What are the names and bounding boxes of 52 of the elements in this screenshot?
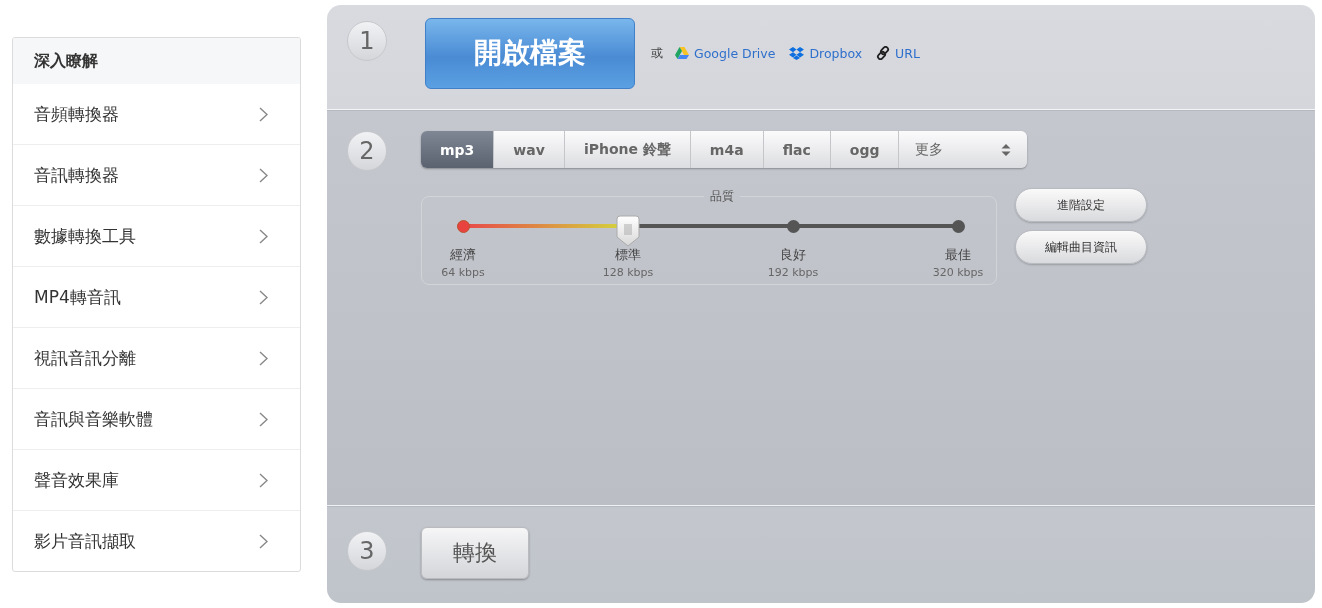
sidebar-item[interactable]: 音頻轉換器 <box>13 84 300 145</box>
sidebar-item[interactable]: 聲音效果庫 <box>13 450 300 511</box>
or-label: 或 <box>651 44 663 62</box>
chevron-right-icon <box>259 533 268 549</box>
sidebar-item[interactable]: 視訊音訊分離 <box>13 328 300 389</box>
bitrate-label: 192 kbps <box>767 266 819 279</box>
chevron-right-icon <box>259 472 268 488</box>
format-tab[interactable]: ogg <box>830 131 900 168</box>
chevron-right-icon <box>259 350 268 366</box>
sidebar-item[interactable]: MP4轉音訊 <box>13 267 300 328</box>
source-link[interactable]: URL <box>876 45 920 61</box>
source-link[interactable]: Google Drive <box>675 45 776 61</box>
format-tab[interactable]: flac <box>763 131 831 168</box>
source-link[interactable]: Dropbox <box>789 45 863 61</box>
step-number: 2 <box>347 131 387 171</box>
slider-stop-dot[interactable] <box>786 219 800 233</box>
chevron-right-icon <box>259 228 268 244</box>
convert-button[interactable]: 轉換 <box>421 527 529 579</box>
format-tab[interactable]: mp3 <box>421 131 495 168</box>
slider-stop-dot[interactable] <box>951 219 965 233</box>
bitrate-label: 64 kbps <box>441 266 485 279</box>
sidebar-item[interactable]: 數據轉換工具 <box>13 206 300 267</box>
slider-stop-dot[interactable] <box>456 219 470 233</box>
chevron-right-icon <box>259 106 268 122</box>
format-tab[interactable]: wav <box>494 131 565 168</box>
settings-button[interactable]: 進階設定 <box>1015 188 1147 222</box>
settings-button[interactable]: 編輯曲目資訊 <box>1015 230 1147 264</box>
step-number: 3 <box>347 531 387 571</box>
sidebar-title: 深入瞭解 <box>13 38 300 84</box>
slider-thumb[interactable] <box>615 215 640 247</box>
quality-level-label: 標準 <box>615 247 641 264</box>
quality-title: 品質 <box>708 188 735 205</box>
box-logo-icon <box>789 46 805 60</box>
sidebar-item[interactable]: 音訊轉換器 <box>13 145 300 206</box>
more-formats-dropdown[interactable]: 更多 <box>899 131 1028 168</box>
quality-level-label: 經濟 <box>450 247 476 264</box>
quality-level-label: 最佳 <box>945 247 971 264</box>
triangle-logo-icon <box>675 47 689 59</box>
quality-level-label: 良好 <box>780 247 806 264</box>
sidebar-item[interactable]: 影片音訊擷取 <box>13 511 300 571</box>
chevron-right-icon <box>259 289 268 305</box>
up-down-caret-icon <box>1001 143 1012 156</box>
chevron-right-icon <box>259 167 268 183</box>
sidebar-item[interactable]: 音訊與音樂軟體 <box>13 389 300 450</box>
format-tab[interactable]: m4a <box>690 131 764 168</box>
link-icon <box>876 46 891 60</box>
step-number: 1 <box>347 21 387 61</box>
chevron-right-icon <box>259 411 268 427</box>
bitrate-label: 320 kbps <box>932 266 984 279</box>
bitrate-label: 128 kbps <box>602 266 654 279</box>
format-tab[interactable]: iPhone 鈴聲 <box>564 131 691 168</box>
open-file-button[interactable]: 開啟檔案 <box>425 17 635 89</box>
